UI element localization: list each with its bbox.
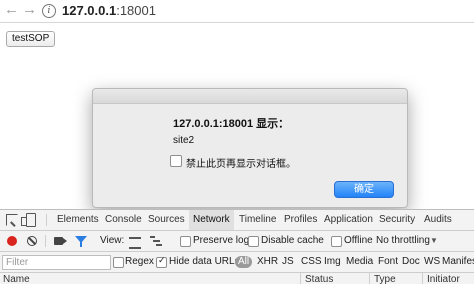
tab-security[interactable]: Security	[377, 210, 417, 230]
tab-network[interactable]: Network	[189, 210, 234, 230]
camera-icon[interactable]	[54, 237, 67, 245]
record-icon[interactable]	[7, 236, 17, 246]
type-filter-ws[interactable]: WS	[424, 252, 440, 272]
type-filter-media[interactable]: Media	[346, 252, 373, 272]
select-element-icon[interactable]	[6, 214, 18, 226]
type-filter-all[interactable]: All	[235, 256, 253, 268]
dialog-message: site2	[173, 135, 195, 146]
type-filter-img[interactable]: Img	[324, 252, 341, 272]
type-filter-manifest[interactable]: Manifest	[442, 252, 474, 272]
devtools-tab-bar: Elements Console Sources Network Timelin…	[0, 210, 474, 231]
tab-audits[interactable]: Audits	[422, 210, 454, 230]
check-icon: ✓	[158, 255, 166, 265]
type-filter-font[interactable]: Font	[378, 252, 398, 272]
info-icon[interactable]: i	[42, 4, 56, 18]
overview-bar	[156, 244, 162, 246]
column-name[interactable]: Name	[3, 273, 30, 284]
hide-data-urls-label[interactable]: Hide data URLs	[169, 252, 240, 272]
suppress-dialogs-checkbox[interactable]	[170, 155, 182, 167]
tab-sources[interactable]: Sources	[146, 210, 187, 230]
filter-bar: Filter Regex ✓ Hide data URLs All XHR JS…	[0, 252, 474, 273]
filter-funnel-icon[interactable]	[75, 236, 87, 247]
suppress-dialogs-label[interactable]: 禁止此页再显示对话框。	[186, 155, 296, 170]
large-rows-icon[interactable]	[129, 237, 141, 249]
chevron-down-icon[interactable]: ▼	[430, 231, 438, 251]
back-arrow-icon[interactable]: ←	[4, 2, 19, 18]
preserve-log-label[interactable]: Preserve log	[193, 231, 249, 251]
network-table-header: Name Status Type Initiator	[0, 273, 474, 284]
offline-checkbox[interactable]	[331, 236, 342, 247]
overview-icon[interactable]	[150, 236, 162, 246]
dialog-title: 127.0.0.1:18001 显示：	[173, 118, 290, 130]
tab-separator	[46, 214, 47, 226]
column-separator	[300, 273, 301, 284]
tab-elements[interactable]: Elements	[55, 210, 101, 230]
throttling-select[interactable]: No throttling	[376, 231, 430, 251]
network-toolbar: View: Preserve log Disable cache Offline…	[0, 231, 474, 252]
type-filter-doc[interactable]: Doc	[402, 252, 420, 272]
toolbar-divider	[0, 22, 474, 23]
tab-console[interactable]: Console	[103, 210, 144, 230]
overview-bar	[150, 236, 155, 238]
tab-application[interactable]: Application	[322, 210, 375, 230]
type-filter-js[interactable]: JS	[282, 252, 294, 272]
alert-dialog: 127.0.0.1:18001 显示： site2 禁止此页再显示对话框。 确定	[92, 88, 408, 208]
overview-bar	[153, 240, 160, 242]
clear-icon[interactable]	[27, 236, 37, 246]
regex-label[interactable]: Regex	[125, 252, 154, 272]
column-separator	[422, 273, 423, 284]
hide-data-urls-checkbox[interactable]: ✓	[156, 255, 167, 268]
type-filter-css[interactable]: CSS	[301, 252, 322, 272]
disable-cache-checkbox[interactable]	[248, 236, 259, 247]
offline-label[interactable]: Offline	[344, 231, 373, 251]
address-bar[interactable]: 127.0.0.1:18001	[62, 0, 156, 22]
column-status[interactable]: Status	[305, 273, 333, 284]
forward-arrow-icon[interactable]: →	[22, 2, 37, 18]
column-separator	[369, 273, 370, 284]
tab-profiles[interactable]: Profiles	[282, 210, 319, 230]
url-host: 127.0.0.1	[62, 3, 117, 18]
url-port: :18001	[116, 3, 156, 18]
preserve-log-checkbox[interactable]	[180, 236, 191, 247]
disable-cache-label[interactable]: Disable cache	[261, 231, 324, 251]
browser-toolbar: ← → i 127.0.0.1:18001	[0, 0, 474, 22]
testsop-button[interactable]: testSOP	[6, 31, 56, 47]
column-initiator[interactable]: Initiator	[427, 273, 460, 284]
tab-timeline[interactable]: Timeline	[237, 210, 278, 230]
dialog-titlebar	[93, 89, 407, 104]
screen: ← → i 127.0.0.1:18001 testSOP 127.0.0.1:…	[0, 0, 474, 284]
column-type[interactable]: Type	[374, 273, 396, 284]
view-label: View:	[100, 235, 125, 246]
ok-button[interactable]: 确定	[334, 181, 394, 198]
regex-checkbox[interactable]	[113, 257, 124, 268]
device-toolbar-icon[interactable]	[21, 213, 36, 227]
type-filter-xhr[interactable]: XHR	[257, 252, 278, 272]
toolbar-separator	[45, 235, 46, 247]
filter-input[interactable]: Filter	[2, 255, 111, 270]
